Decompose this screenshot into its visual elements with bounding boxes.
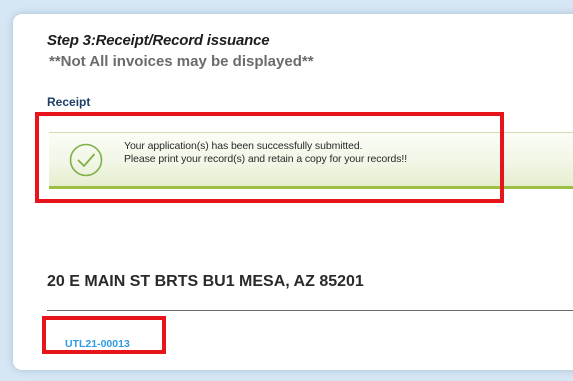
step-title: Step 3:Receipt/Record issuance: [47, 32, 270, 49]
success-message-line2: Please print your record(s) and retain a…: [124, 153, 408, 165]
receipt-label: Receipt: [47, 95, 91, 109]
success-bar: [49, 186, 573, 189]
record-id-link[interactable]: UTL21-00013: [65, 338, 130, 350]
receipt-panel: Step 3:Receipt/Record issuance **Not All…: [13, 14, 573, 370]
check-circle-icon: [69, 143, 103, 177]
success-message-line1: Your application(s) has been successfull…: [124, 140, 363, 152]
property-address: 20 E MAIN ST BRTS BU1 MESA, AZ 85201: [47, 273, 364, 290]
invoice-note: **Not All invoices may be displayed**: [49, 53, 314, 70]
success-message-box: Your application(s) has been successfull…: [49, 132, 573, 189]
divider: [47, 310, 573, 311]
